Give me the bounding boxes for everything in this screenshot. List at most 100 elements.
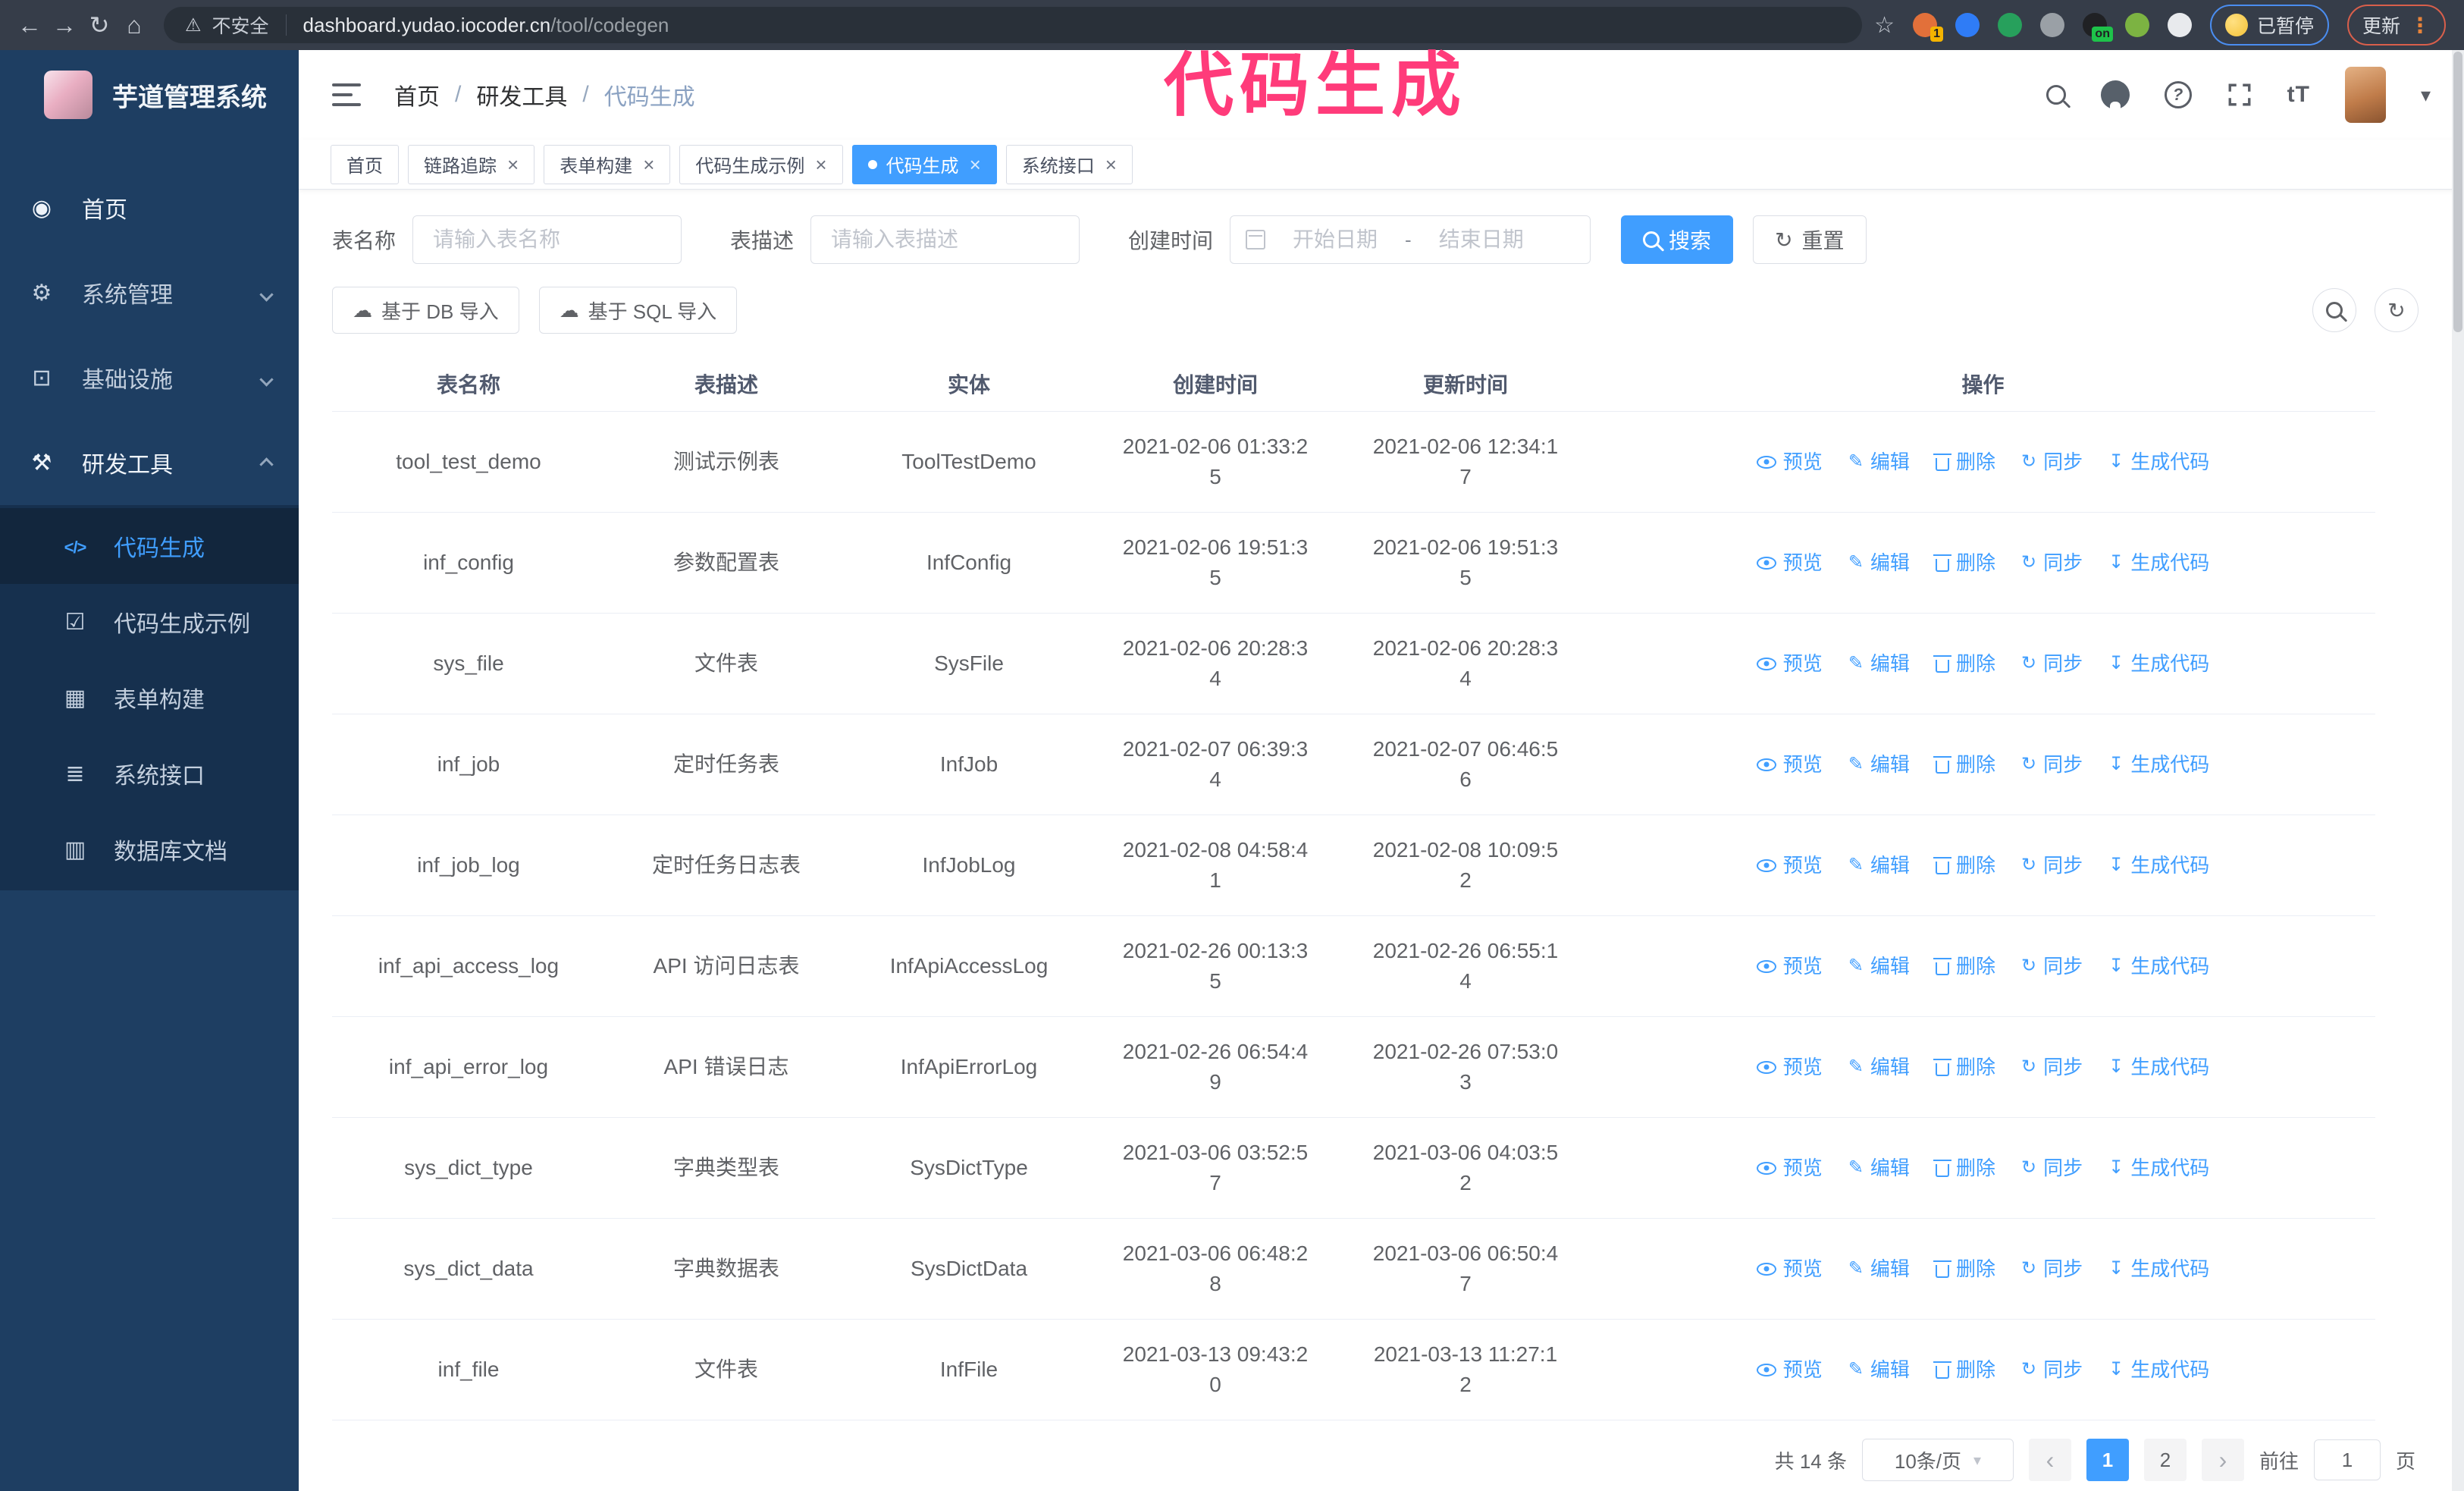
scrollbar[interactable] [2452, 50, 2464, 1491]
action-sync[interactable]: ↻ 同步 [2021, 749, 2083, 780]
action-sync[interactable]: ↻ 同步 [2021, 548, 2083, 578]
table-desc-input[interactable] [810, 215, 1080, 264]
action-edit[interactable]: ✎ 编辑 [1848, 850, 1910, 880]
action-generate[interactable]: ↧ 生成代码 [2108, 850, 2209, 880]
breadcrumb-item[interactable]: 代码生成 [604, 78, 695, 111]
action-edit[interactable]: ✎ 编辑 [1848, 648, 1910, 679]
extension-icon[interactable]: 1 [1912, 13, 1943, 42]
forward-icon[interactable]: → [47, 11, 82, 39]
tab-close-icon[interactable]: × [815, 155, 826, 174]
action-delete[interactable]: 删除 [1933, 1254, 1995, 1284]
sidebar-subitem[interactable]: ▦ 表单构建 [0, 660, 299, 736]
action-delete[interactable]: 删除 [1933, 1354, 1995, 1385]
extension-icon[interactable] [2167, 13, 2192, 37]
action-delete[interactable]: 删除 [1933, 951, 1995, 981]
action-sync[interactable]: ↻ 同步 [2021, 1354, 2083, 1385]
action-delete[interactable]: 删除 [1933, 548, 1995, 578]
url-bar[interactable]: ⚠ 不安全 dashboard.yudao.iocoder.cn/tool/co… [164, 7, 1863, 43]
tab[interactable]: 表单构建 × [544, 144, 671, 184]
action-edit[interactable]: ✎ 编辑 [1848, 1052, 1910, 1082]
action-sync[interactable]: ↻ 同步 [2021, 648, 2083, 679]
extension-icon[interactable]: on [2082, 13, 2113, 42]
next-page-button[interactable]: › [2201, 1439, 2244, 1481]
tab-close-icon[interactable]: × [507, 155, 519, 174]
action-generate[interactable]: ↧ 生成代码 [2108, 548, 2209, 578]
action-generate[interactable]: ↧ 生成代码 [2108, 1254, 2209, 1284]
action-preview[interactable]: 预览 [1756, 1354, 1823, 1385]
reset-button[interactable]: ↻ 重置 [1753, 215, 1867, 264]
sidebar-subitem[interactable]: </> 代码生成 [0, 508, 299, 584]
action-generate[interactable]: ↧ 生成代码 [2108, 648, 2209, 679]
extension-icon[interactable] [2039, 13, 2064, 37]
tab-close-icon[interactable]: × [970, 155, 981, 174]
tab[interactable]: 系统接口 × [1005, 144, 1133, 184]
action-sync[interactable]: ↻ 同步 [2021, 1052, 2083, 1082]
action-delete[interactable]: 删除 [1933, 749, 1995, 780]
action-generate[interactable]: ↧ 生成代码 [2108, 1354, 2209, 1385]
hamburger-icon[interactable] [332, 83, 361, 106]
action-generate[interactable]: ↧ 生成代码 [2108, 951, 2209, 981]
tab-close-icon[interactable]: × [643, 155, 654, 174]
action-delete[interactable]: 删除 [1933, 1153, 1995, 1183]
sidebar-subitem[interactable]: ≣ 系统接口 [0, 736, 299, 811]
action-delete[interactable]: 删除 [1933, 447, 1995, 477]
action-generate[interactable]: ↧ 生成代码 [2108, 447, 2209, 477]
sidebar-item[interactable]: ◉ 首页 [0, 165, 299, 250]
sidebar-subitem[interactable]: ☑ 代码生成示例 [0, 584, 299, 660]
tab[interactable]: 代码生成示例 × [679, 144, 843, 184]
avatar[interactable] [2344, 67, 2386, 123]
date-range-picker[interactable]: - [1230, 215, 1591, 264]
action-preview[interactable]: 预览 [1756, 1254, 1823, 1284]
tab[interactable]: 链路追踪 × [408, 144, 535, 184]
action-generate[interactable]: ↧ 生成代码 [2108, 1052, 2209, 1082]
page-button[interactable]: 2 [2143, 1439, 2187, 1481]
action-delete[interactable]: 删除 [1933, 648, 1995, 679]
table-name-input[interactable] [412, 215, 682, 264]
extension-icon[interactable] [1955, 13, 1980, 37]
action-preview[interactable]: 预览 [1756, 1153, 1823, 1183]
extension-icon[interactable] [2124, 13, 2149, 37]
font-size-icon[interactable]: tT [2287, 82, 2310, 108]
end-date-input[interactable] [1417, 227, 1545, 253]
action-edit[interactable]: ✎ 编辑 [1848, 1354, 1910, 1385]
action-preview[interactable]: 预览 [1756, 648, 1823, 679]
prev-page-button[interactable]: ‹ [2028, 1439, 2071, 1481]
bookmark-star-icon[interactable]: ☆ [1874, 12, 1895, 39]
tab[interactable]: 首页 × [331, 144, 399, 184]
paused-badge[interactable]: 已暂停 [2209, 5, 2329, 46]
breadcrumb-item[interactable]: 研发工具 [476, 78, 567, 111]
action-preview[interactable]: 预览 [1756, 447, 1823, 477]
breadcrumb-item[interactable]: 首页 [394, 78, 440, 111]
app-logo-row[interactable]: 芋道管理系统 [0, 50, 299, 140]
back-icon[interactable]: ← [12, 11, 47, 39]
reload-icon[interactable]: ↻ [82, 11, 117, 39]
search-toggle-button[interactable] [2312, 288, 2356, 332]
sidebar-item[interactable]: ⚙ 系统管理 [0, 250, 299, 335]
action-generate[interactable]: ↧ 生成代码 [2108, 1153, 2209, 1183]
fullscreen-icon[interactable] [2227, 82, 2252, 108]
sidebar-item[interactable]: ⚒ 研发工具 [0, 420, 299, 505]
action-sync[interactable]: ↻ 同步 [2021, 1153, 2083, 1183]
update-button[interactable]: 更新 ⋮ [2346, 5, 2446, 46]
action-preview[interactable]: 预览 [1756, 749, 1823, 780]
page-size-select[interactable]: 10条/页 ▾ [1861, 1439, 2014, 1481]
action-sync[interactable]: ↻ 同步 [2021, 1254, 2083, 1284]
refresh-button[interactable]: ↻ [2375, 288, 2419, 332]
tab-close-icon[interactable]: × [1105, 155, 1117, 174]
import-sql-button[interactable]: ☁ 基于 SQL 导入 [538, 287, 738, 334]
action-edit[interactable]: ✎ 编辑 [1848, 749, 1910, 780]
goto-page-input[interactable] [2313, 1439, 2381, 1480]
scrollbar-thumb[interactable] [2453, 52, 2462, 332]
action-delete[interactable]: 删除 [1933, 1052, 1995, 1082]
home-icon[interactable]: ⌂ [117, 11, 152, 39]
start-date-input[interactable] [1271, 227, 1400, 253]
action-edit[interactable]: ✎ 编辑 [1848, 447, 1910, 477]
action-preview[interactable]: 预览 [1756, 548, 1823, 578]
action-preview[interactable]: 预览 [1756, 850, 1823, 880]
search-button[interactable]: 搜索 [1621, 215, 1734, 264]
action-preview[interactable]: 预览 [1756, 951, 1823, 981]
action-sync[interactable]: ↻ 同步 [2021, 951, 2083, 981]
action-sync[interactable]: ↻ 同步 [2021, 447, 2083, 477]
browser-menu-icon[interactable]: ⋮ [2409, 13, 2431, 38]
import-db-button[interactable]: ☁ 基于 DB 导入 [332, 287, 519, 334]
